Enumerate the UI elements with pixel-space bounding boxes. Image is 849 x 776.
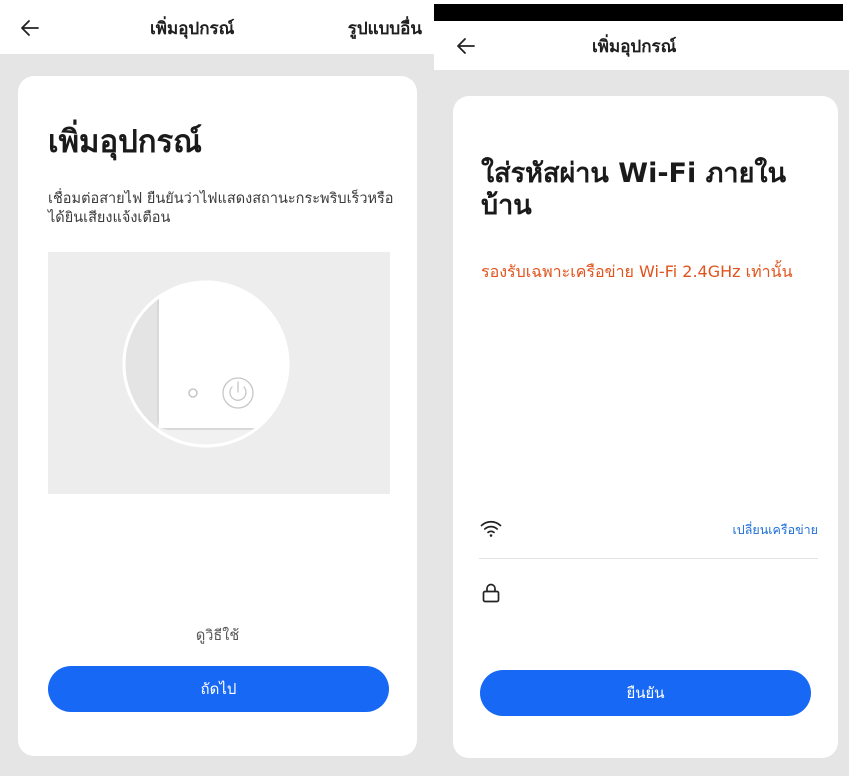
page-title: เพิ่มอุปกรณ์ [592, 37, 677, 57]
add-device-card: เพิ่มอุปกรณ์ เชื่อมต่อสายไฟ ยืนยันว่าไฟแ… [18, 76, 417, 756]
wifi-icon [479, 516, 503, 540]
wifi-card: ใส่รหัสผ่าน Wi-Fi ภายในบ้าน รองรับเฉพาะเ… [453, 96, 838, 758]
device-power-illustration [48, 252, 390, 494]
how-to-use-link[interactable]: ดูวิธีใช้ [18, 624, 417, 647]
top-bar: เพิ่มอุปกรณ์ [434, 0, 849, 70]
page-title: เพิ่มอุปกรณ์ [150, 19, 235, 39]
password-input[interactable] [513, 574, 818, 612]
add-device-screen: เพิ่มอุปกรณ์ รูปแบบอื่น เพิ่มอุปกรณ์ เชื… [0, 0, 434, 776]
wifi-band-warning: รองรับเฉพาะเครือข่าย Wi-Fi 2.4GHz เท่านั… [481, 262, 793, 281]
instruction-text: เชื่อมต่อสายไฟ ยืนยันว่าไฟแสดงสถานะกระพร… [48, 191, 394, 226]
confirm-button[interactable]: ยืนยัน [480, 670, 811, 716]
back-arrow-icon[interactable] [18, 16, 42, 40]
back-arrow-icon[interactable] [454, 34, 478, 58]
divider [479, 558, 818, 559]
top-bar: เพิ่มอุปกรณ์ รูปแบบอื่น [0, 0, 434, 54]
wifi-password-screen: เพิ่มอุปกรณ์ ใส่รหัสผ่าน Wi-Fi ภายในบ้าน… [434, 0, 849, 776]
next-button[interactable]: ถัดไป [48, 666, 389, 712]
status-bar [434, 4, 843, 21]
card-title: เพิ่มอุปกรณ์ [48, 124, 202, 160]
other-mode-button[interactable]: รูปแบบอื่น [348, 15, 422, 42]
card-title: ใส่รหัสผ่าน Wi-Fi ภายในบ้าน [481, 158, 787, 222]
change-network-link[interactable]: เปลี่ยนเครือข่าย [733, 520, 818, 540]
lock-icon [479, 581, 503, 605]
